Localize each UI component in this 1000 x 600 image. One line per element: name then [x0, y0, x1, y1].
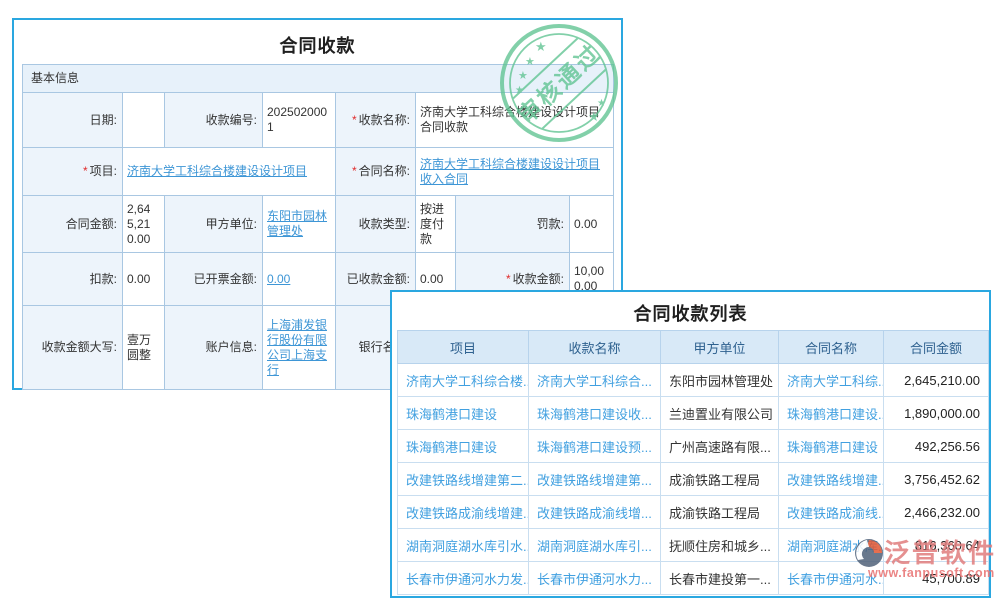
invoiced-amount-value: 0.00 — [263, 253, 336, 306]
cell-contract-name[interactable]: 改建铁路线增建... — [779, 463, 884, 496]
form-row-project: *项目: 济南大学工科综合楼建设设计项目 *合同名称: 济南大学工科综合楼建设设… — [23, 148, 614, 196]
column-header-3[interactable]: 合同名称 — [779, 331, 884, 364]
list-header-row: 项目收款名称甲方单位合同名称合同金额 — [398, 331, 989, 364]
party-a-link[interactable]: 东阳市园林管理处 — [267, 209, 327, 238]
table-row[interactable]: 改建铁路成渝线增建...改建铁路成渝线增...成渝铁路工程局改建铁路成渝线...… — [398, 496, 989, 529]
required-asterisk: * — [83, 164, 88, 178]
cell-contract-name[interactable]: 湖南洞庭湖水库... — [779, 529, 884, 562]
invoiced-amount-label: 已开票金额: — [165, 253, 263, 306]
form-title: 合同收款 — [14, 20, 621, 64]
cell-contract-amount: 1,890,000.00 — [884, 397, 989, 430]
receipt-type-value: 按进度付款 — [416, 196, 456, 253]
account-info-link[interactable]: 上海浦发银行股份有限公司上海支行 — [267, 318, 327, 377]
receipt-type-label: 收款类型: — [336, 196, 416, 253]
cell-contract-amount: 2,645,210.00 — [884, 364, 989, 397]
cell-contract-amount: 816,360.64 — [884, 529, 989, 562]
list-table-body: 济南大学工科综合楼...济南大学工科综合...东阳市园林管理处济南大学工科综..… — [398, 364, 989, 595]
cell-party-a: 成渝铁路工程局 — [661, 463, 779, 496]
table-row[interactable]: 湖南洞庭湖水库引水...湖南洞庭湖水库引...抚顺住房和城乡...湖南洞庭湖水库… — [398, 529, 989, 562]
column-header-1[interactable]: 收款名称 — [529, 331, 661, 364]
cell-project[interactable]: 改建铁路成渝线增建... — [398, 496, 529, 529]
section-title: 基本信息 — [23, 65, 614, 93]
column-header-4[interactable]: 合同金额 — [884, 331, 989, 364]
date-label: 日期: — [23, 93, 123, 148]
cell-party-a: 长春市建投第一... — [661, 562, 779, 595]
required-asterisk: * — [352, 113, 357, 127]
cell-project[interactable]: 济南大学工科综合楼... — [398, 364, 529, 397]
table-row[interactable]: 改建铁路线增建第二...改建铁路线增建第...成渝铁路工程局改建铁路线增建...… — [398, 463, 989, 496]
cell-project[interactable]: 珠海鹤港口建设 — [398, 430, 529, 463]
table-row[interactable]: 长春市伊通河水力发...长春市伊通河水力...长春市建投第一...长春市伊通河水… — [398, 562, 989, 595]
cell-party-a: 抚顺住房和城乡... — [661, 529, 779, 562]
required-asterisk: * — [352, 164, 357, 178]
form-row-amounts: 合同金额: 2,645,210.00 甲方单位: 东阳市园林管理处 收款类型: … — [23, 196, 614, 253]
account-info-value: 上海浦发银行股份有限公司上海支行 — [263, 306, 336, 390]
cell-receipt-name[interactable]: 珠海鹤港口建设预... — [529, 430, 661, 463]
party-a-label: 甲方单位: — [165, 196, 263, 253]
cell-receipt-name[interactable]: 珠海鹤港口建设收... — [529, 397, 661, 430]
cell-project[interactable]: 湖南洞庭湖水库引水... — [398, 529, 529, 562]
contract-name-link[interactable]: 济南大学工科综合楼建设设计项目收入合同 — [420, 157, 600, 186]
cell-receipt-name[interactable]: 济南大学工科综合... — [529, 364, 661, 397]
form-row-date: 日期: 收款编号: 2025020001 *收款名称: 济南大学工科综合楼建设设… — [23, 93, 614, 148]
contract-amount-label: 合同金额: — [23, 196, 123, 253]
receipt-list-table: 项目收款名称甲方单位合同名称合同金额 济南大学工科综合楼...济南大学工科综合.… — [397, 330, 989, 595]
cell-contract-name[interactable]: 珠海鹤港口建设 — [779, 430, 884, 463]
receipt-no-value: 2025020001 — [263, 93, 336, 148]
account-info-label: 账户信息: — [165, 306, 263, 390]
cell-project[interactable]: 改建铁路线增建第二... — [398, 463, 529, 496]
date-value[interactable] — [123, 93, 165, 148]
cell-contract-name[interactable]: 长春市伊通河水... — [779, 562, 884, 595]
column-header-2[interactable]: 甲方单位 — [661, 331, 779, 364]
list-title: 合同收款列表 — [392, 292, 989, 330]
cell-party-a: 东阳市园林管理处 — [661, 364, 779, 397]
project-label: *项目: — [23, 148, 123, 196]
cell-party-a: 广州高速路有限... — [661, 430, 779, 463]
cell-receipt-name[interactable]: 长春市伊通河水力... — [529, 562, 661, 595]
cell-receipt-name[interactable]: 改建铁路成渝线增... — [529, 496, 661, 529]
section-header-row: 基本信息 — [23, 65, 614, 93]
invoiced-amount-link[interactable]: 0.00 — [267, 272, 290, 286]
deduction-label: 扣款: — [23, 253, 123, 306]
penalty-value: 0.00 — [570, 196, 614, 253]
contract-receipt-list-panel: 合同收款列表 项目收款名称甲方单位合同名称合同金额 济南大学工科综合楼...济南… — [390, 290, 991, 598]
cell-contract-name[interactable]: 改建铁路成渝线... — [779, 496, 884, 529]
cell-contract-amount: 3,756,452.62 — [884, 463, 989, 496]
cell-receipt-name[interactable]: 改建铁路线增建第... — [529, 463, 661, 496]
table-row[interactable]: 珠海鹤港口建设珠海鹤港口建设收...兰迪置业有限公司珠海鹤港口建设...1,89… — [398, 397, 989, 430]
table-row[interactable]: 珠海鹤港口建设珠海鹤港口建设预...广州高速路有限...珠海鹤港口建设492,2… — [398, 430, 989, 463]
table-row[interactable]: 济南大学工科综合楼...济南大学工科综合...东阳市园林管理处济南大学工科综..… — [398, 364, 989, 397]
cell-party-a: 成渝铁路工程局 — [661, 496, 779, 529]
receipt-name-value: 济南大学工科综合楼建设设计项目合同收款 — [416, 93, 614, 148]
receipt-no-label: 收款编号: — [165, 93, 263, 148]
cell-contract-amount: 45,700.89 — [884, 562, 989, 595]
amount-words-value: 壹万圆整 — [123, 306, 165, 390]
cell-party-a: 兰迪置业有限公司 — [661, 397, 779, 430]
cell-receipt-name[interactable]: 湖南洞庭湖水库引... — [529, 529, 661, 562]
cell-project[interactable]: 长春市伊通河水力发... — [398, 562, 529, 595]
cell-contract-amount: 2,466,232.00 — [884, 496, 989, 529]
contract-name-value: 济南大学工科综合楼建设设计项目收入合同 — [416, 148, 614, 196]
contract-amount-value: 2,645,210.00 — [123, 196, 165, 253]
contract-name-label: *合同名称: — [336, 148, 416, 196]
cell-contract-amount: 492,256.56 — [884, 430, 989, 463]
cell-contract-name[interactable]: 珠海鹤港口建设... — [779, 397, 884, 430]
cell-contract-name[interactable]: 济南大学工科综... — [779, 364, 884, 397]
project-link[interactable]: 济南大学工科综合楼建设设计项目 — [127, 164, 307, 178]
column-header-0[interactable]: 项目 — [398, 331, 529, 364]
deduction-value: 0.00 — [123, 253, 165, 306]
receipt-name-label: *收款名称: — [336, 93, 416, 148]
party-a-value: 东阳市园林管理处 — [263, 196, 336, 253]
cell-project[interactable]: 珠海鹤港口建设 — [398, 397, 529, 430]
required-asterisk: * — [506, 272, 511, 286]
project-value: 济南大学工科综合楼建设设计项目 — [123, 148, 336, 196]
penalty-label: 罚款: — [456, 196, 570, 253]
amount-words-label: 收款金额大写: — [23, 306, 123, 390]
